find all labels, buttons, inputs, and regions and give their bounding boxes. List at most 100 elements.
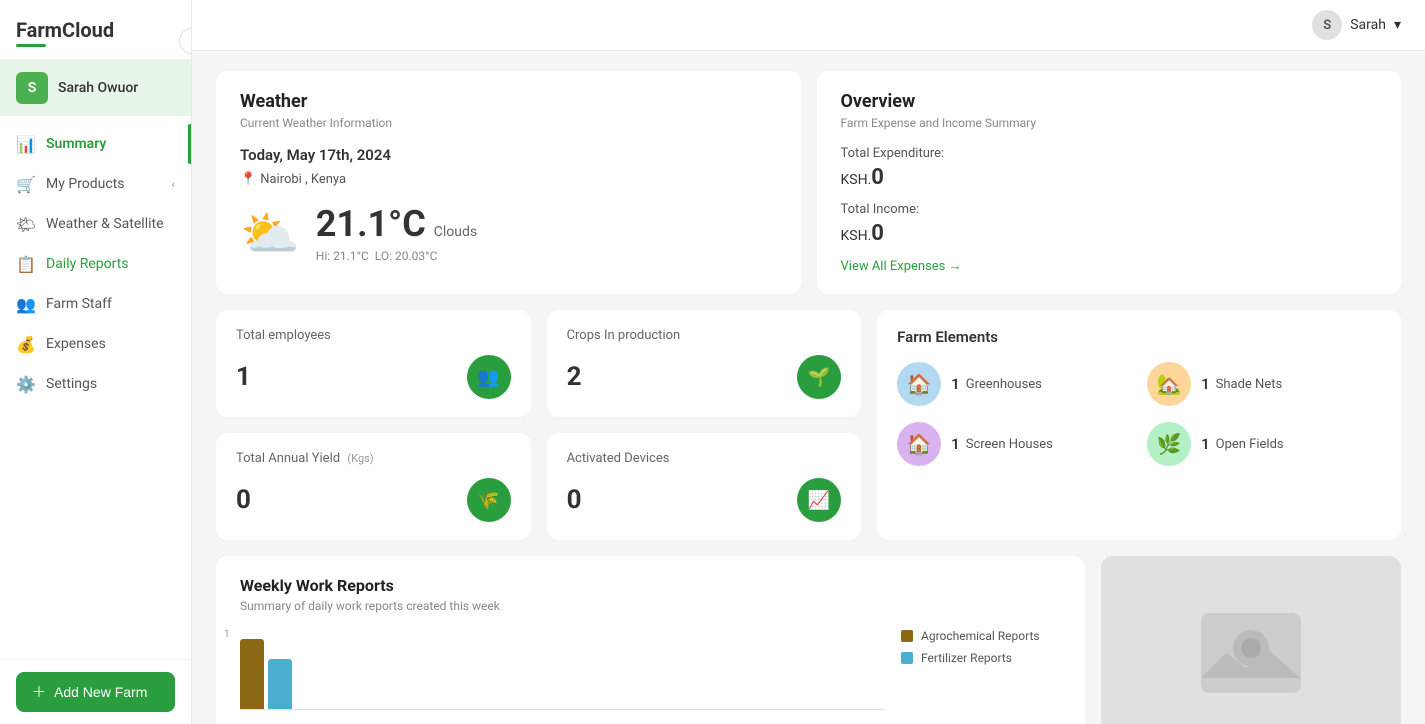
chart-axis: [240, 709, 885, 714]
daily-reports-icon: 📋: [16, 254, 36, 274]
expenditure-label: Total Expenditure:: [841, 146, 1378, 161]
app-name: FarmCloud: [16, 18, 114, 42]
settings-icon: ⚙️: [16, 374, 36, 394]
screen-houses-count: 1: [951, 435, 960, 453]
sidebar-item-farm-staff[interactable]: 👥 Farm Staff: [0, 284, 191, 324]
stat-yield-label: Total Annual Yield (Kgs): [236, 451, 511, 466]
farm-elements-grid: 🏠 1 Greenhouses 🏡 1: [897, 362, 1381, 466]
sidebar-item-expenses[interactable]: 💰 Expenses: [0, 324, 191, 364]
avatar: S: [16, 72, 48, 104]
open-fields-name: Open Fields: [1216, 437, 1284, 452]
element-screen-houses: 🏠 1 Screen Houses: [897, 422, 1131, 466]
sidebar-item-weather-satellite[interactable]: 🌤 Weather & Satellite: [0, 204, 191, 244]
legend-label-fertilizer: Fertilizer Reports: [921, 651, 1012, 665]
weather-subtitle: Current Weather Information: [240, 116, 777, 130]
yield-icon: 🌾: [467, 478, 511, 522]
sidebar-item-summary[interactable]: 📊 Summary: [0, 124, 191, 164]
stat-crops-in-production: Crops In production 2 🌱: [547, 310, 862, 417]
employees-icon: 👥: [467, 355, 511, 399]
legend-dot-agrochemical: [901, 630, 913, 642]
sidebar-bottom: ＋ Add New Farm: [0, 659, 191, 724]
sidebar-item-settings[interactable]: ⚙️ Settings: [0, 364, 191, 404]
stat-devices-value: 0: [567, 485, 582, 515]
legend-label-agrochemical: Agrochemical Reports: [921, 629, 1040, 643]
bar-agrochemical: [240, 639, 264, 709]
weather-range: Hi: 21.1°C LO: 20.03°C: [316, 249, 477, 263]
chevron-down-icon: ▾: [1394, 17, 1401, 33]
location-text: Nairobi , Kenya: [260, 172, 346, 187]
chart-y-label: 1: [224, 629, 230, 640]
bar-fertilizer: [268, 659, 292, 709]
stat-devices-label: Activated Devices: [567, 451, 842, 466]
greenhouses-name: Greenhouses: [966, 377, 1042, 392]
sidebar-item-label: My Products: [46, 176, 125, 192]
crops-icon: 🌱: [797, 355, 841, 399]
overview-subtitle: Farm Expense and Income Summary: [841, 116, 1378, 130]
add-farm-label: Add New Farm: [54, 684, 147, 700]
shade-nets-name: Shade Nets: [1216, 377, 1283, 392]
devices-icon: 📈: [797, 478, 841, 522]
sidebar-username: Sarah Owuor: [58, 80, 138, 96]
shade-nets-count: 1: [1201, 375, 1210, 393]
bar-chart: 1: [240, 629, 885, 714]
sidebar-item-label: Settings: [46, 376, 97, 392]
top-cards-row: Weather Current Weather Information Toda…: [216, 71, 1401, 294]
weather-main: ⛅ 21.1°C Clouds Hi: 21.1°C LO: 20.03°C: [240, 203, 777, 263]
stat-employees-value: 1: [236, 362, 251, 392]
add-farm-button[interactable]: ＋ Add New Farm: [16, 672, 175, 712]
overview-card: Overview Farm Expense and Income Summary…: [817, 71, 1402, 294]
sidebar-item-label: Farm Staff: [46, 296, 112, 312]
weather-description: Clouds: [434, 224, 477, 240]
legend-dot-fertilizer: [901, 652, 913, 664]
sidebar-item-label: Expenses: [46, 336, 106, 352]
logo-part1: Farm: [16, 18, 62, 42]
greenhouses-icon: 🏠: [897, 362, 941, 406]
chart-area: 1 Agrochemical Reports: [240, 629, 1061, 714]
weekly-reports-subtitle: Summary of daily work reports created th…: [240, 599, 1061, 613]
my-products-icon: 🛒: [16, 174, 36, 194]
legend-item-agrochemical: Agrochemical Reports: [901, 629, 1061, 643]
screen-houses-name: Screen Houses: [966, 437, 1053, 452]
weekly-reports-title: Weekly Work Reports: [240, 576, 1061, 595]
weather-cloud-icon: ⛅: [240, 205, 300, 262]
sidebar: FarmCloud S Sarah Owuor 📊 Summary 🛒 My P…: [0, 0, 192, 724]
sidebar-nav: 📊 Summary 🛒 My Products ‹ 🌤 Weather & Sa…: [0, 116, 191, 659]
expenditure-value: KSH.0: [841, 165, 1378, 190]
main-content: S Sarah ▾ Weather Current Weather Inform…: [192, 0, 1425, 724]
income-label: Total Income:: [841, 202, 1378, 217]
temperature-value: 21.1°C: [316, 203, 426, 245]
logo: FarmCloud: [0, 0, 191, 60]
weather-title: Weather: [240, 91, 777, 112]
element-greenhouses: 🏠 1 Greenhouses: [897, 362, 1131, 406]
stat-crops-label: Crops In production: [567, 328, 842, 343]
user-avatar: S: [1312, 10, 1342, 40]
plus-icon: ＋: [32, 682, 46, 702]
chart-bars: [240, 629, 885, 709]
legend-item-fertilizer: Fertilizer Reports: [901, 651, 1061, 665]
open-fields-count: 1: [1201, 435, 1210, 453]
stat-crops-value: 2: [567, 362, 582, 392]
chart-legend: Agrochemical Reports Fertilizer Reports: [901, 629, 1061, 714]
user-menu-button[interactable]: S Sarah ▾: [1312, 10, 1401, 40]
element-open-fields: 🌿 1 Open Fields: [1147, 422, 1381, 466]
sidebar-user[interactable]: S Sarah Owuor: [0, 60, 191, 116]
overview-title: Overview: [841, 91, 1378, 112]
screen-houses-icon: 🏠: [897, 422, 941, 466]
weather-date: Today, May 17th, 2024: [240, 146, 777, 164]
stat-yield-value: 0: [236, 485, 251, 515]
view-all-expenses-link[interactable]: View All Expenses →: [841, 258, 962, 274]
sidebar-item-label: Summary: [46, 136, 106, 152]
sidebar-item-label: Daily Reports: [46, 256, 129, 272]
farm-elements-card: Farm Elements 🏠 1 Greenhouses: [877, 310, 1401, 540]
weekly-reports-card: Weekly Work Reports Summary of daily wor…: [216, 556, 1085, 724]
placeholder-image-icon: [1191, 603, 1311, 703]
sidebar-item-my-products[interactable]: 🛒 My Products ‹: [0, 164, 191, 204]
sidebar-item-daily-reports[interactable]: 📋 Daily Reports: [0, 244, 191, 284]
element-shade-nets: 🏡 1 Shade Nets: [1147, 362, 1381, 406]
right-panel-placeholder: [1101, 556, 1401, 724]
summary-icon: 📊: [16, 134, 36, 154]
sidebar-item-label: Weather & Satellite: [46, 216, 164, 232]
user-name: Sarah: [1350, 17, 1386, 33]
weather-icon: 🌤: [16, 214, 36, 234]
stat-total-annual-yield: Total Annual Yield (Kgs) 0 🌾: [216, 433, 531, 540]
